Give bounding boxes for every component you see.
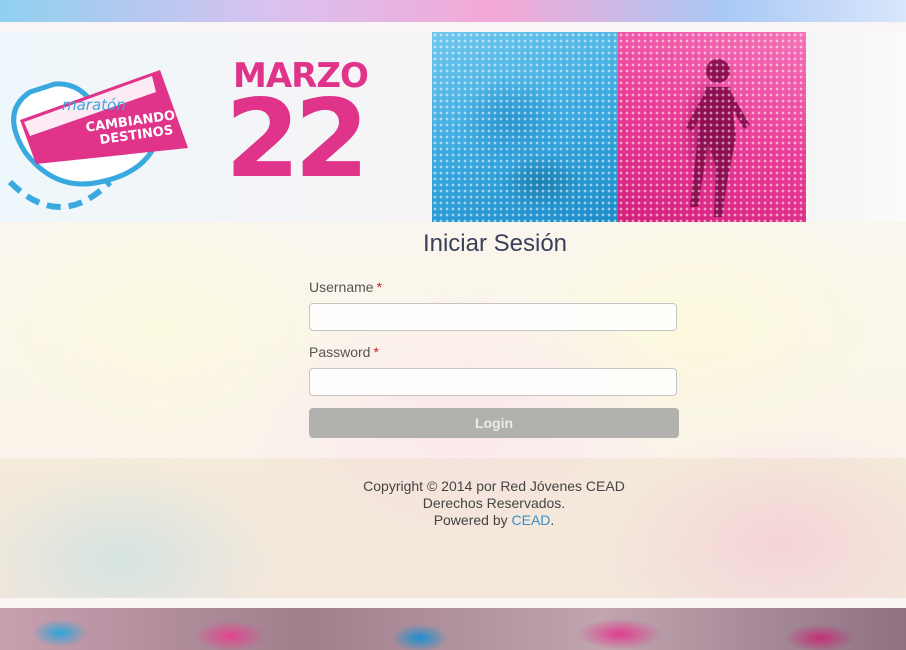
crowd-photo-strip	[0, 608, 906, 650]
login-panel: Iniciar Sesión Username * Password * Login	[0, 222, 906, 458]
date-day: 22	[225, 77, 369, 202]
login-button[interactable]: Login	[309, 408, 679, 438]
required-marker: *	[376, 279, 383, 295]
password-label-text: Password	[309, 344, 371, 360]
rights-text: Derechos Reservados.	[422, 495, 566, 511]
username-label-text: Username	[309, 279, 374, 295]
required-marker: *	[373, 344, 379, 360]
runner-feet-photo	[432, 32, 618, 222]
footer-text: Copyright © 2014 por Red Jóvenes CEAD De…	[0, 478, 906, 529]
powered-by-line: Powered by CEAD.	[0, 512, 906, 529]
logo-word-top: maratón	[62, 96, 126, 114]
username-input[interactable]	[309, 303, 677, 331]
password-input[interactable]	[309, 368, 677, 396]
top-decorative-strip	[0, 0, 906, 22]
footer-divider	[0, 598, 906, 608]
footer: Copyright © 2014 por Red Jóvenes CEAD De…	[0, 458, 906, 598]
copyright-text: Copyright © 2014 por Red Jóvenes CEAD	[363, 478, 625, 494]
marathon-logo: maratón CAMBIANDO DESTINOS	[7, 70, 188, 210]
cead-link[interactable]: CEAD	[512, 512, 551, 528]
powered-by-prefix: Powered by	[433, 512, 512, 528]
banner-fade	[806, 32, 906, 222]
header-banner: maratón CAMBIANDO DESTINOS MARZO 22	[0, 32, 906, 222]
password-label: Password *	[309, 344, 379, 360]
event-date: MARZO 22	[225, 54, 395, 214]
banner-gap	[0, 22, 906, 32]
runner-silhouette-photo	[618, 32, 806, 222]
page-title: Iniciar Sesión	[422, 230, 568, 257]
username-label: Username *	[309, 279, 382, 295]
powered-by-suffix: .	[550, 512, 555, 528]
